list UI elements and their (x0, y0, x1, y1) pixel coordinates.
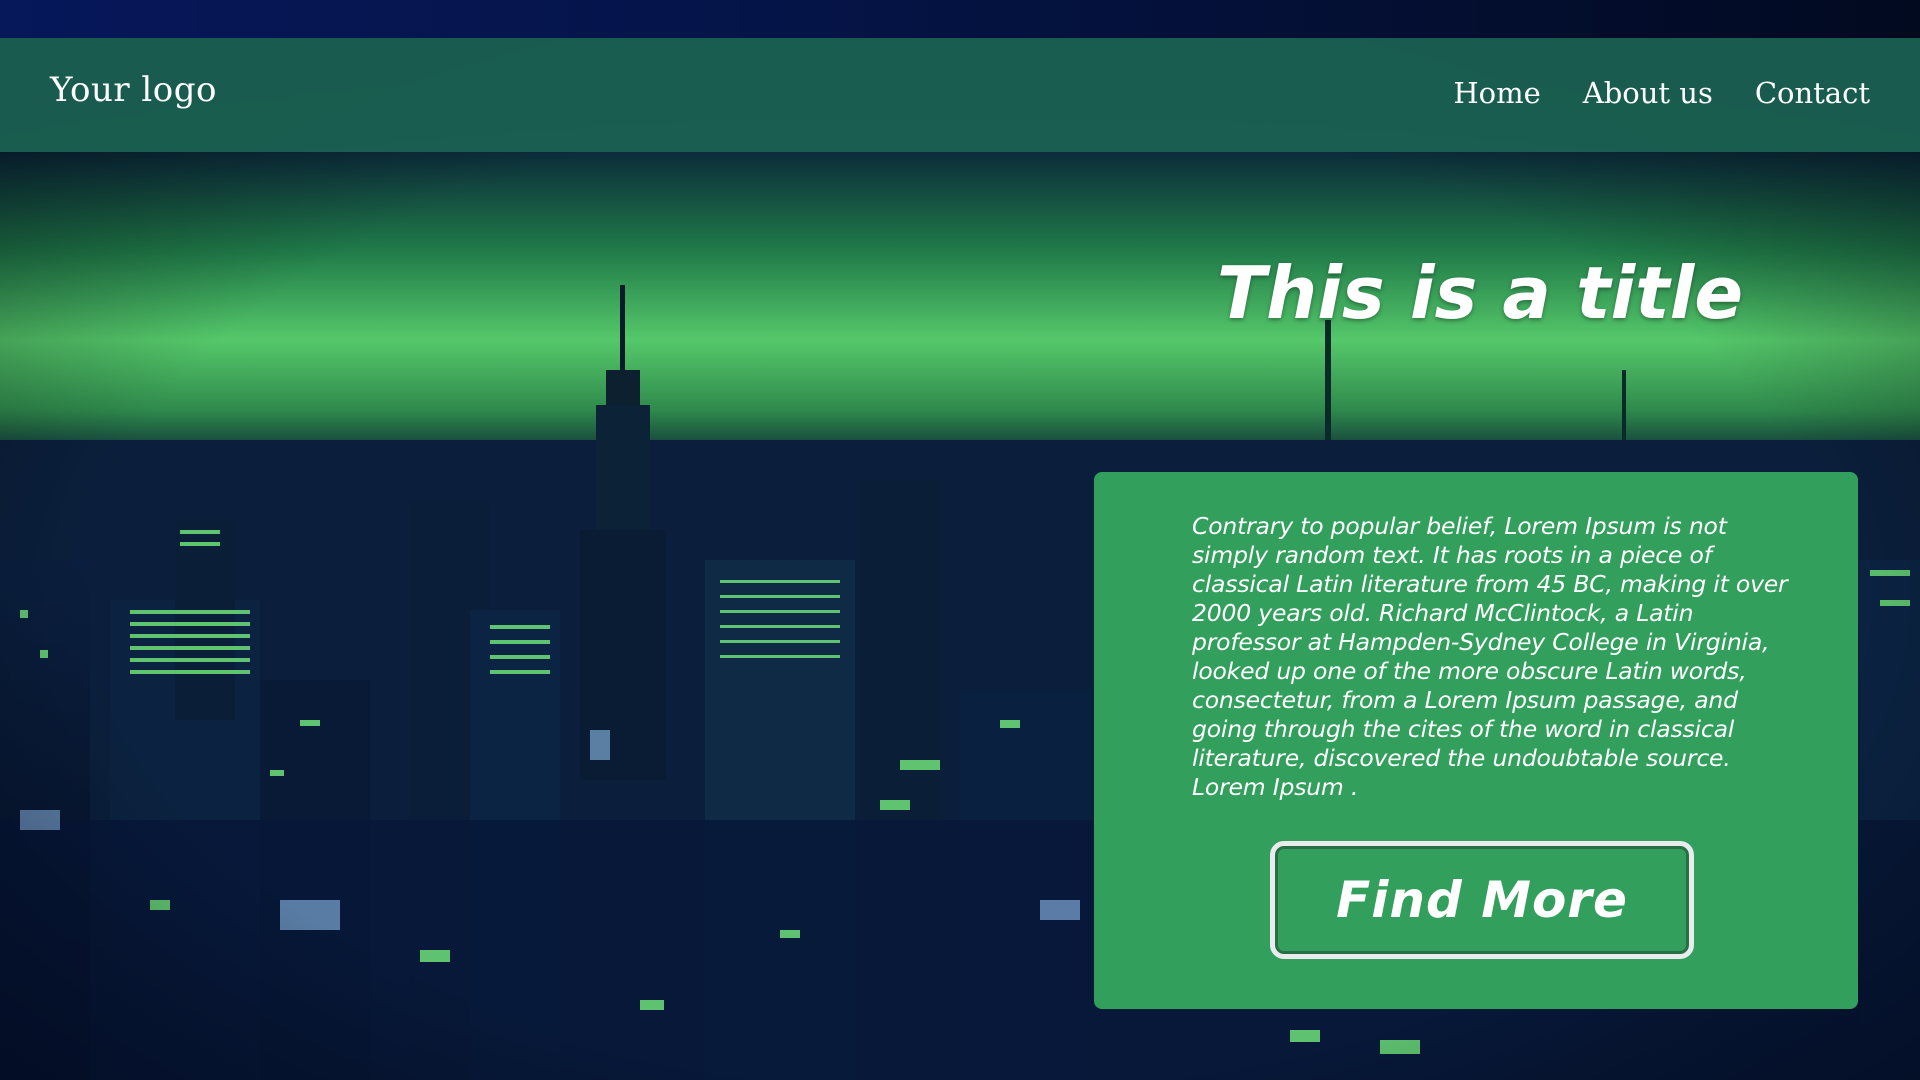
nav-contact[interactable]: Contact (1755, 76, 1870, 110)
top-strip (0, 0, 1920, 38)
find-more-button[interactable]: Find More (1270, 841, 1694, 959)
find-more-label: Find More (1336, 871, 1628, 929)
main-nav: Home About us Contact (1453, 76, 1870, 110)
content-card: Contrary to popular belief, Lorem Ipsum … (1094, 472, 1858, 1009)
nav-about-us[interactable]: About us (1583, 76, 1713, 110)
card-body-text: Contrary to popular belief, Lorem Ipsum … (1192, 512, 1788, 801)
hero-title: This is a title (1216, 251, 1744, 335)
landing-page: Your logo Home About us Contact This is … (0, 0, 1920, 1080)
site-logo[interactable]: Your logo (50, 70, 217, 110)
site-header: Your logo Home About us Contact (0, 38, 1920, 152)
nav-home[interactable]: Home (1453, 76, 1540, 110)
